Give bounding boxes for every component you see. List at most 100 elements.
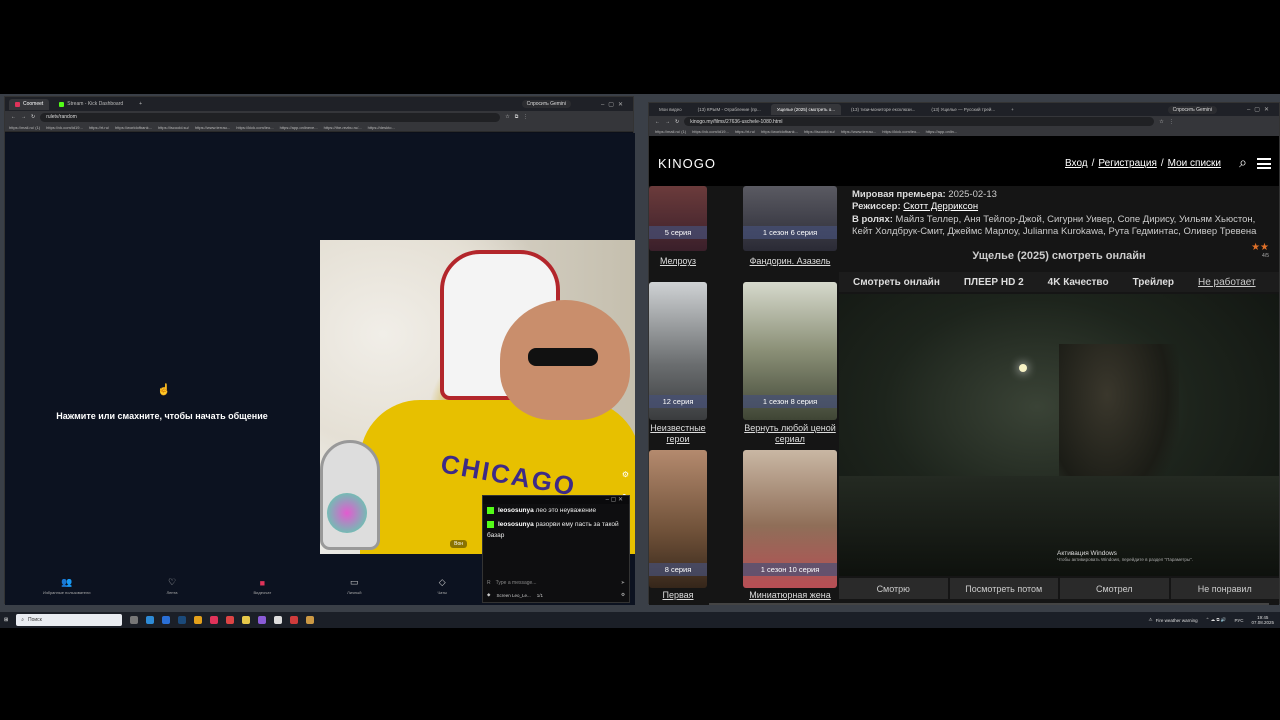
bookmark[interactable]: https://rt.ru/ — [735, 129, 755, 134]
bookmark[interactable]: https://app.onlin... — [926, 129, 958, 134]
nav-feed[interactable]: ♡ Лента — [166, 577, 177, 595]
tiktok-icon[interactable] — [210, 616, 219, 624]
tab[interactable]: (13) Ущелье — Русский трей... — [925, 104, 1001, 115]
poster-title-link[interactable]: Неизвестные герои — [649, 423, 707, 446]
taskbar-search-input[interactable]: ⌕ Поиск — [16, 614, 123, 626]
tab-player-hd2[interactable]: ПЛЕЕР HD 2 — [964, 277, 1024, 288]
kinogo-logo[interactable]: KINOGO — [658, 156, 716, 171]
app-icon[interactable] — [258, 616, 267, 624]
app-icon[interactable] — [306, 616, 315, 624]
poster-card[interactable]: 1 сезон 10 серия — [743, 450, 837, 588]
window-controls[interactable]: –▢✕ — [1247, 106, 1273, 113]
bookmark[interactable]: https://worldofbank... — [115, 125, 152, 130]
tab-coomeet[interactable]: Coomeet — [9, 98, 50, 110]
bookmark[interactable]: https://worldofbank... — [761, 129, 798, 134]
gemini-button[interactable]: Спросить Gemini — [521, 100, 571, 108]
tab[interactable]: Мои видео — [653, 104, 688, 115]
task-view-icon[interactable] — [130, 616, 139, 624]
login-link[interactable]: Вход — [1065, 158, 1088, 169]
reload-icon[interactable]: ↻ — [675, 119, 679, 125]
new-tab-button[interactable]: + — [1005, 104, 1020, 115]
tab-trailer[interactable]: Трейлер — [1133, 277, 1174, 288]
gemini-button[interactable]: Спросить Gemini — [1167, 105, 1217, 114]
report-broken-link[interactable]: Не работает — [1198, 277, 1256, 288]
poster-title-link[interactable]: Мелроуз — [649, 256, 707, 267]
nav-favorites[interactable]: 👥 Избранные пользователи — [43, 577, 90, 595]
tab-kick-dashboard[interactable]: Stream - Kick Dashboard — [53, 99, 129, 110]
app-icon[interactable] — [226, 616, 235, 624]
extensions-icon[interactable]: ⧉ — [515, 114, 519, 120]
poster-title-link[interactable]: Первая ракетка — [649, 590, 707, 601]
nav-videochat[interactable]: ■ Видеочат — [254, 578, 272, 595]
tab[interactable]: (13) тизи-мониторе ексклюзи... — [845, 104, 921, 115]
back-icon[interactable]: ← — [655, 119, 660, 125]
menu-icon[interactable]: ⋮ — [523, 114, 528, 120]
poster-card[interactable]: 1 сезон 6 серия — [743, 186, 837, 251]
my-lists-link[interactable]: Мои списки — [1168, 158, 1221, 169]
popup-window-controls[interactable]: – ▢ ✕ — [483, 496, 629, 504]
new-tab-button[interactable]: + — [133, 99, 148, 110]
reload-icon[interactable]: ↻ — [31, 114, 35, 120]
bookmark[interactable]: https://iscoold.su/ — [158, 125, 189, 130]
poster-card[interactable]: 8 серия — [649, 450, 707, 588]
video-player[interactable]: Активация Windows Чтобы активировать Wind… — [839, 294, 1279, 576]
edge-icon[interactable] — [146, 616, 155, 624]
url-input[interactable]: kinogo.my/films/27636-uschele-1080.html — [684, 117, 1155, 126]
steam-icon[interactable] — [178, 616, 187, 624]
tab-4k[interactable]: 4K Качество — [1048, 277, 1109, 288]
poster-title-link[interactable]: Фандорин. Азазель — [743, 256, 837, 267]
poster-title-link[interactable]: Миниатюрная жена — [743, 590, 837, 601]
tab-kinogo[interactable]: Ущелье (2025) смотреть о... — [770, 104, 842, 115]
bookmark[interactable]: https://the-rezbu.ru/... — [324, 125, 362, 130]
clock[interactable]: 19:45 07.08.2025 — [1251, 615, 1274, 626]
poster-card[interactable]: 12 серия — [649, 282, 707, 420]
horizontal-scrollbar[interactable] — [709, 603, 1269, 605]
watched-button[interactable]: Смотрел — [1060, 578, 1169, 599]
bookmark[interactable]: https://kick.com/leo... — [236, 125, 273, 130]
disliked-button[interactable]: Не понравил — [1170, 578, 1279, 599]
bookmark[interactable]: https://deskto... — [368, 125, 395, 130]
start-chat-prompt[interactable]: Нажмите или смахните, чтобы начать общен… — [25, 411, 299, 421]
star-icon[interactable]: ☆ — [505, 114, 509, 120]
tab-watch-online[interactable]: Смотреть онлайн — [853, 277, 940, 288]
back-icon[interactable]: ← — [11, 114, 16, 120]
bookmark[interactable]: https://app.onlineve... — [280, 125, 318, 130]
bookmark[interactable]: https://mail.ru/ (1) — [655, 129, 686, 134]
search-icon[interactable]: ⌕ — [1239, 154, 1247, 171]
nav-chats[interactable]: ◇ Чаты — [437, 577, 447, 595]
gear-icon[interactable]: ⚙ — [621, 592, 625, 598]
send-icon[interactable]: ➤ — [621, 580, 625, 586]
folder-icon[interactable] — [242, 616, 251, 624]
forward-icon[interactable]: → — [21, 114, 26, 120]
nav-personal[interactable]: ▭ Личный — [347, 577, 361, 595]
bookmark[interactable]: https://mail.ru/ (1) — [9, 125, 40, 130]
star-icon[interactable]: ☆ — [1159, 119, 1163, 125]
tab[interactable]: (13) КРЫМ - Ограбление (пр... — [692, 104, 767, 115]
bookmark[interactable]: https://iscoold.su/ — [804, 129, 835, 134]
window-controls[interactable]: –▢✕ — [601, 101, 627, 108]
weather-widget[interactable]: ⚠ Fire weather warning — [1149, 617, 1198, 623]
watch-later-button[interactable]: Посмотреть потом — [949, 578, 1058, 599]
bookmark[interactable]: https://kick.com/leo... — [882, 129, 919, 134]
app-icon[interactable] — [274, 616, 283, 624]
settings-icon[interactable]: ⚙ — [622, 470, 629, 479]
director-link[interactable]: Скотт Дерриксон — [903, 201, 978, 212]
url-input[interactable]: ruletv/random — [40, 112, 501, 122]
bookmark[interactable]: https://rt.ru/ — [89, 125, 109, 130]
bookmark[interactable]: https://vk.com/id19... — [46, 125, 83, 130]
forward-icon[interactable]: → — [665, 119, 670, 125]
bookmark[interactable]: https://vk.com/id19... — [692, 129, 729, 134]
menu-icon[interactable]: ⋮ — [1169, 119, 1174, 125]
poster-title-link[interactable]: Вернуть любой ценой сериал — [743, 423, 837, 446]
hamburger-menu-icon[interactable] — [1257, 158, 1271, 169]
watching-button[interactable]: Смотрю — [839, 578, 948, 599]
register-link[interactable]: Регистрация — [1098, 158, 1156, 169]
app-icon[interactable] — [194, 616, 203, 624]
store-icon[interactable] — [162, 616, 171, 624]
poster-card[interactable]: 1 сезон 8 серия — [743, 282, 837, 420]
chrome-icon[interactable] — [290, 616, 299, 624]
language-indicator[interactable]: РУС — [1234, 618, 1243, 623]
bookmark[interactable]: https://www.terrau... — [195, 125, 230, 130]
poster-card[interactable]: 5 серия — [649, 186, 707, 251]
chat-input[interactable]: R Type a message... ➤ — [487, 578, 625, 588]
